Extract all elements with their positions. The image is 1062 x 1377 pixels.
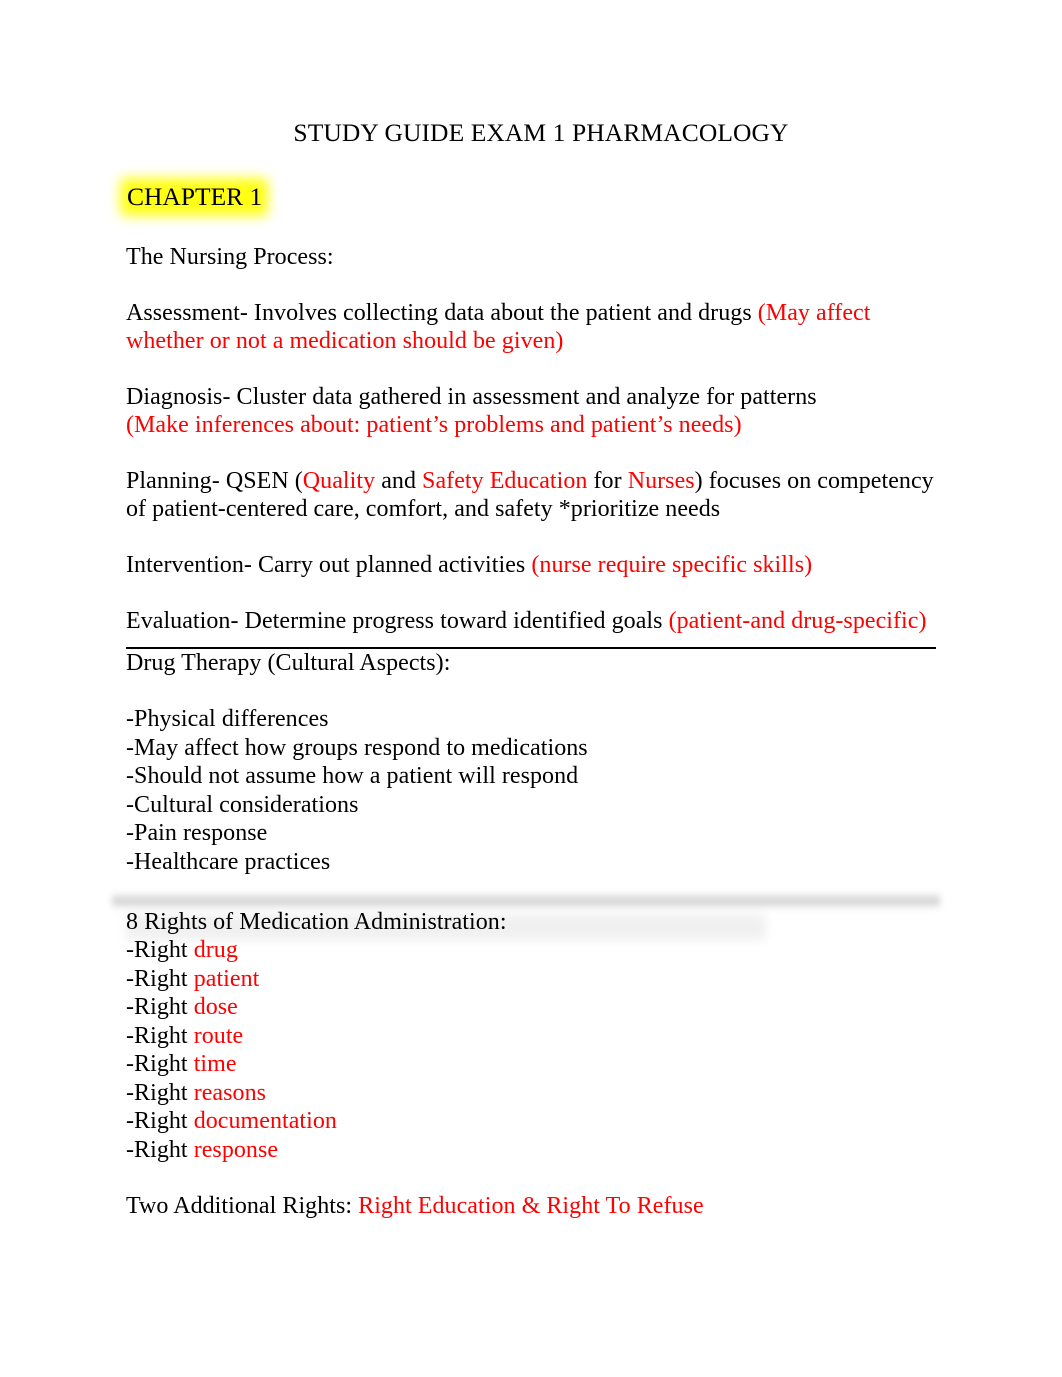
list-item: -Right drug [126,936,938,965]
step-evaluation: Evaluation- Determine progress toward id… [126,607,938,635]
rights-heading: 8 Rights of Medication Administration: [126,909,507,936]
step-planning-black-1: Planning- QSEN ( [126,468,303,495]
list-item: -Right documentation [126,1107,938,1136]
cultural-aspects-list: -Physical differences -May affect how gr… [126,705,938,876]
step-evaluation-black: Evaluation- Determine progress toward id… [126,608,669,635]
right-prefix: -Right [126,965,194,992]
list-item: -Cultural considerations [126,791,359,818]
additional-rights: Two Additional Rights: Right Education &… [126,1192,938,1220]
drug-therapy-heading: Drug Therapy (Cultural Aspects): [126,650,451,677]
step-planning-red-safety-education: Safety Education [422,468,588,495]
right-value: response [193,1136,279,1163]
chapter-heading-text: CHAPTER 1 [127,182,263,212]
right-prefix: -Right [126,994,194,1021]
right-value: patient [193,965,260,992]
step-diagnosis-black: Diagnosis- Cluster data gathered in asse… [126,384,817,411]
step-diagnosis: Diagnosis- Cluster data gathered in asse… [126,383,938,439]
list-item: -Right route [126,1022,938,1051]
list-item: -Physical differences [126,706,329,733]
step-planning-black-2: and [375,468,423,495]
step-diagnosis-red: (Make inferences about: patient’s proble… [126,412,742,439]
right-value: route [193,1022,244,1049]
right-prefix: -Right [126,1108,194,1135]
rights-list: -Right drug -Right patient -Right dose -… [126,936,938,1164]
step-assessment: Assessment- Involves collecting data abo… [126,299,938,355]
document-page: STUDY GUIDE EXAM 1 PHARMACOLOGY CHAPTER … [0,0,1062,1377]
step-intervention-red: (nurse require specific skills) [531,552,813,579]
list-item: -Should not assume how a patient will re… [126,763,579,790]
page-title: STUDY GUIDE EXAM 1 PHARMACOLOGY [293,118,789,147]
right-prefix: -Right [126,1079,194,1106]
list-item: -Healthcare practices [126,848,331,875]
right-value: dose [193,994,238,1021]
rights-section: 8 Rights of Medication Administration: -… [112,892,940,1220]
step-assessment-black: Assessment- Involves collecting data abo… [126,300,758,327]
right-prefix: -Right [126,1022,194,1049]
right-prefix: -Right [126,937,194,964]
document-body: STUDY GUIDE EXAM 1 PHARMACOLOGY CHAPTER … [112,118,940,1220]
list-item: -Right dose [126,993,938,1022]
step-intervention-black: Intervention- Carry out planned activiti… [126,552,532,579]
nursing-process-heading: The Nursing Process: [126,244,334,271]
step-planning-black-3: for [587,468,628,495]
list-item: -Right response [126,1136,938,1165]
right-value: documentation [193,1108,337,1135]
right-prefix: -Right [126,1051,194,1078]
list-item: -Right reasons [126,1079,938,1108]
list-item: -Pain response [126,820,268,847]
right-value: drug [193,937,238,964]
step-planning-red-nurses: Nurses [627,468,695,495]
step-planning-red-quality: Quality [302,468,376,495]
list-item: -May affect how groups respond to medica… [126,734,588,761]
list-item: -Right patient [126,965,938,994]
right-value: reasons [193,1079,267,1106]
right-prefix: -Right [126,1136,194,1163]
additional-rights-label: Two Additional Rights: [126,1193,359,1220]
chapter-heading: CHAPTER 1 [120,178,938,217]
step-intervention: Intervention- Carry out planned activiti… [126,551,938,579]
right-value: time [193,1051,237,1078]
step-planning: Planning- QSEN (Quality and Safety Educa… [126,467,938,523]
additional-rights-value: Right Education & Right To Refuse [358,1193,704,1220]
list-item: -Right time [126,1050,938,1079]
step-evaluation-red: (patient-and drug-specific) [668,608,927,635]
